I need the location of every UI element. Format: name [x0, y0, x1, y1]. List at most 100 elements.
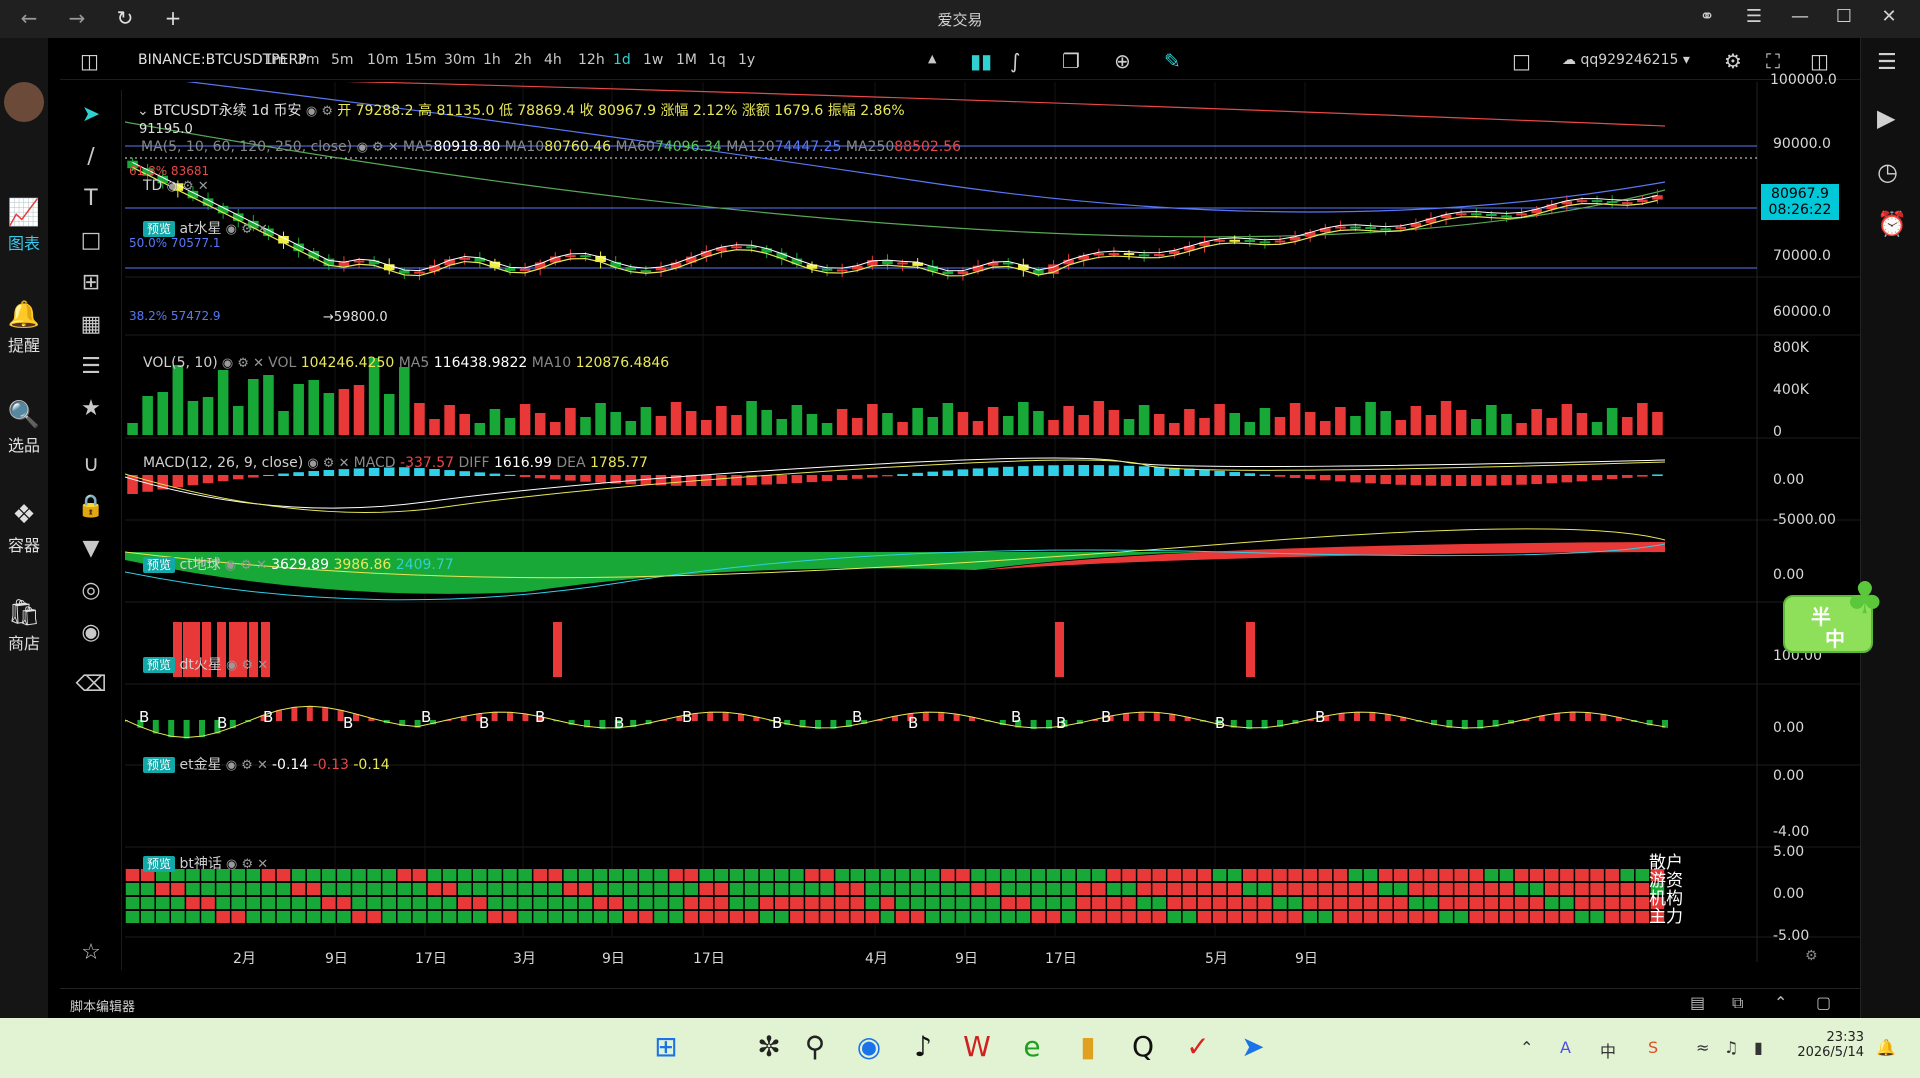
red-app-icon[interactable]: ✓: [1178, 1030, 1218, 1063]
timeframe-1w[interactable]: 1w: [643, 52, 663, 68]
layout-icon[interactable]: ❐: [1062, 49, 1080, 73]
macd-bar: [987, 467, 999, 476]
appbar-item-container[interactable]: ❖ 容器: [0, 500, 48, 556]
windows-start-icon[interactable]: ⊞: [646, 1030, 686, 1063]
timeframe-1m[interactable]: 1m: [264, 52, 287, 68]
volume-bar: [232, 406, 244, 435]
timeframe-30m[interactable]: 30m: [444, 52, 475, 68]
crosshair-box-icon[interactable]: ⊞: [60, 270, 122, 295]
chevron-up-icon[interactable]: ⌃: [1774, 993, 1787, 1012]
panel-toggle-icon[interactable]: ◫: [1810, 49, 1829, 73]
appbar-item-screener[interactable]: 🔍 选品: [0, 400, 48, 456]
avatar[interactable]: [4, 82, 44, 122]
menu-icon[interactable]: ☰: [1737, 6, 1771, 27]
timeframe-10m[interactable]: 10m: [367, 52, 398, 68]
timeframe-1d[interactable]: 1d: [613, 52, 631, 68]
cursor-icon[interactable]: ➤: [60, 102, 122, 127]
eye-hide-icon[interactable]: ◉: [60, 620, 122, 645]
clock[interactable]: 23:33 2026/5/14: [1794, 1030, 1864, 1060]
s-app-icon[interactable]: S: [1648, 1038, 1658, 1057]
support-icon[interactable]: ⚭: [1690, 6, 1724, 27]
indicator-icon[interactable]: ∫: [1010, 49, 1020, 73]
maximize-panel-icon[interactable]: ▢: [1816, 993, 1831, 1012]
timeframe-2h[interactable]: 2h: [514, 52, 532, 68]
timeframe-15m[interactable]: 15m: [405, 52, 436, 68]
arrow-app-icon[interactable]: ➤: [1233, 1030, 1273, 1063]
eraser-icon[interactable]: ⌫: [60, 672, 122, 697]
chat-app-icon[interactable]: ◉: [849, 1030, 889, 1063]
ai-icon[interactable]: A: [1560, 1038, 1571, 1057]
axis-settings-icon[interactable]: ⚙: [1805, 948, 1818, 964]
close-icon[interactable]: ✕: [1872, 6, 1906, 27]
maximize-icon[interactable]: ☐: [1827, 6, 1861, 27]
star-icon[interactable]: ★: [60, 396, 122, 421]
volume-icon[interactable]: ♫: [1724, 1038, 1738, 1057]
watchlist-icon[interactable]: ☰: [1877, 50, 1897, 75]
macd-eye-icon[interactable]: ◉ ⚙ ✕: [303, 456, 353, 471]
timeframe-more-icon[interactable]: ▲: [928, 52, 936, 65]
trading-app-icon[interactable]: ▮: [1068, 1030, 1108, 1063]
candle-type-icon[interactable]: ▮▮: [970, 49, 992, 73]
appbar-item-store[interactable]: 🛍 商店: [0, 598, 48, 654]
target-icon[interactable]: ◎: [60, 578, 122, 603]
td-eye-icon[interactable]: ◉ ⚙ ✕: [162, 179, 208, 194]
timeframe-1y[interactable]: 1y: [738, 52, 755, 68]
chart-area[interactable]: B B B B B B B B B B B B B B B B B ⌄ BTCUSDT永续 1d 币安 ◉ ⚙ …: [125, 72, 1884, 967]
favorite-star-icon[interactable]: ☆: [60, 940, 122, 965]
grid-icon[interactable]: ▦: [60, 312, 122, 337]
tiktok-icon[interactable]: ♪: [903, 1030, 943, 1063]
timer-icon[interactable]: ◷: [1877, 158, 1898, 186]
ct-eye-icon[interactable]: ◉ ⚙ ✕: [221, 558, 271, 573]
alert-add-icon[interactable]: ⊕: [1114, 49, 1131, 73]
dt-eye-icon[interactable]: ◉ ⚙ ✕: [222, 658, 268, 673]
timeframe-4h[interactable]: 4h: [544, 52, 562, 68]
rectangle-icon[interactable]: □: [60, 228, 122, 253]
sidebar-toggle-icon[interactable]: ◫: [80, 49, 99, 73]
bt-eye-icon[interactable]: ◉ ⚙ ✕: [222, 857, 268, 872]
settings-icon[interactable]: ⚙: [1724, 49, 1742, 73]
ma-eye-icon[interactable]: ◉ ⚙ ✕: [357, 140, 403, 155]
timeframe-1h[interactable]: 1h: [483, 52, 501, 68]
expand-icon[interactable]: ⛶: [1766, 49, 1780, 73]
minimize-icon[interactable]: —: [1783, 6, 1817, 27]
timeframe-1M[interactable]: 1M: [676, 52, 697, 68]
et-eye-icon[interactable]: ◉ ⚙ ✕: [222, 758, 272, 773]
timeframe-12h[interactable]: 12h: [578, 52, 605, 68]
wifi-icon[interactable]: ≈: [1696, 1038, 1709, 1057]
clock-icon[interactable]: ⏰: [1877, 210, 1907, 238]
battery-icon[interactable]: ▮: [1754, 1038, 1763, 1057]
popout-icon[interactable]: ⧉: [1732, 993, 1743, 1013]
draw-icon[interactable]: ✎: [1164, 49, 1181, 73]
magnet-icon[interactable]: ∪: [60, 452, 122, 477]
browser-icon[interactable]: e: [1012, 1030, 1052, 1063]
chevron-up-icon[interactable]: ⌃: [1520, 1038, 1533, 1057]
macd-bar: [474, 472, 486, 476]
floating-widget[interactable]: 半 中 ♣: [1783, 573, 1884, 653]
panel-icon[interactable]: ▤: [1690, 993, 1705, 1012]
account-menu[interactable]: ☁ qq929246215 ▾: [1562, 52, 1690, 68]
notification-bell-icon[interactable]: 🔔: [1876, 1038, 1896, 1057]
timeframe-3m[interactable]: 3m: [297, 52, 320, 68]
fullscreen-box-icon[interactable]: □: [1512, 49, 1531, 73]
appbar-item-chart[interactable]: 📈 图表: [0, 198, 48, 254]
pinwheel-icon[interactable]: ✼: [749, 1030, 789, 1063]
lines-icon[interactable]: ☰: [60, 354, 122, 379]
lock-icon[interactable]: 🔒: [60, 494, 122, 519]
at-eye-icon[interactable]: ◉ ⚙ ✕: [222, 222, 268, 237]
chart-canvas[interactable]: BBBBBBBBBBBBBBBBB: [125, 82, 1860, 962]
text-icon[interactable]: T: [60, 186, 122, 211]
qc-app-icon[interactable]: Q: [1123, 1030, 1163, 1063]
input-method-icon[interactable]: 中: [1600, 1038, 1616, 1062]
timeframe-5m[interactable]: 5m: [331, 52, 354, 68]
script-editor-tab[interactable]: 脚本编辑器: [70, 996, 135, 1015]
search-icon[interactable]: ⚲: [795, 1030, 835, 1063]
trendline-icon[interactable]: ∕: [60, 144, 122, 169]
appbar-item-alert[interactable]: 🔔 提醒: [0, 300, 48, 356]
time-tick: 3月: [513, 951, 536, 967]
wps-icon[interactable]: W: [957, 1030, 997, 1063]
vol-eye-icon[interactable]: ◉ ⚙ ✕: [218, 356, 268, 371]
filter-icon[interactable]: ▼: [60, 536, 122, 561]
play-icon[interactable]: ▶: [1877, 104, 1895, 132]
timeframe-1q[interactable]: 1q: [708, 52, 726, 68]
eye-icon[interactable]: ◉ ⚙: [306, 104, 337, 119]
